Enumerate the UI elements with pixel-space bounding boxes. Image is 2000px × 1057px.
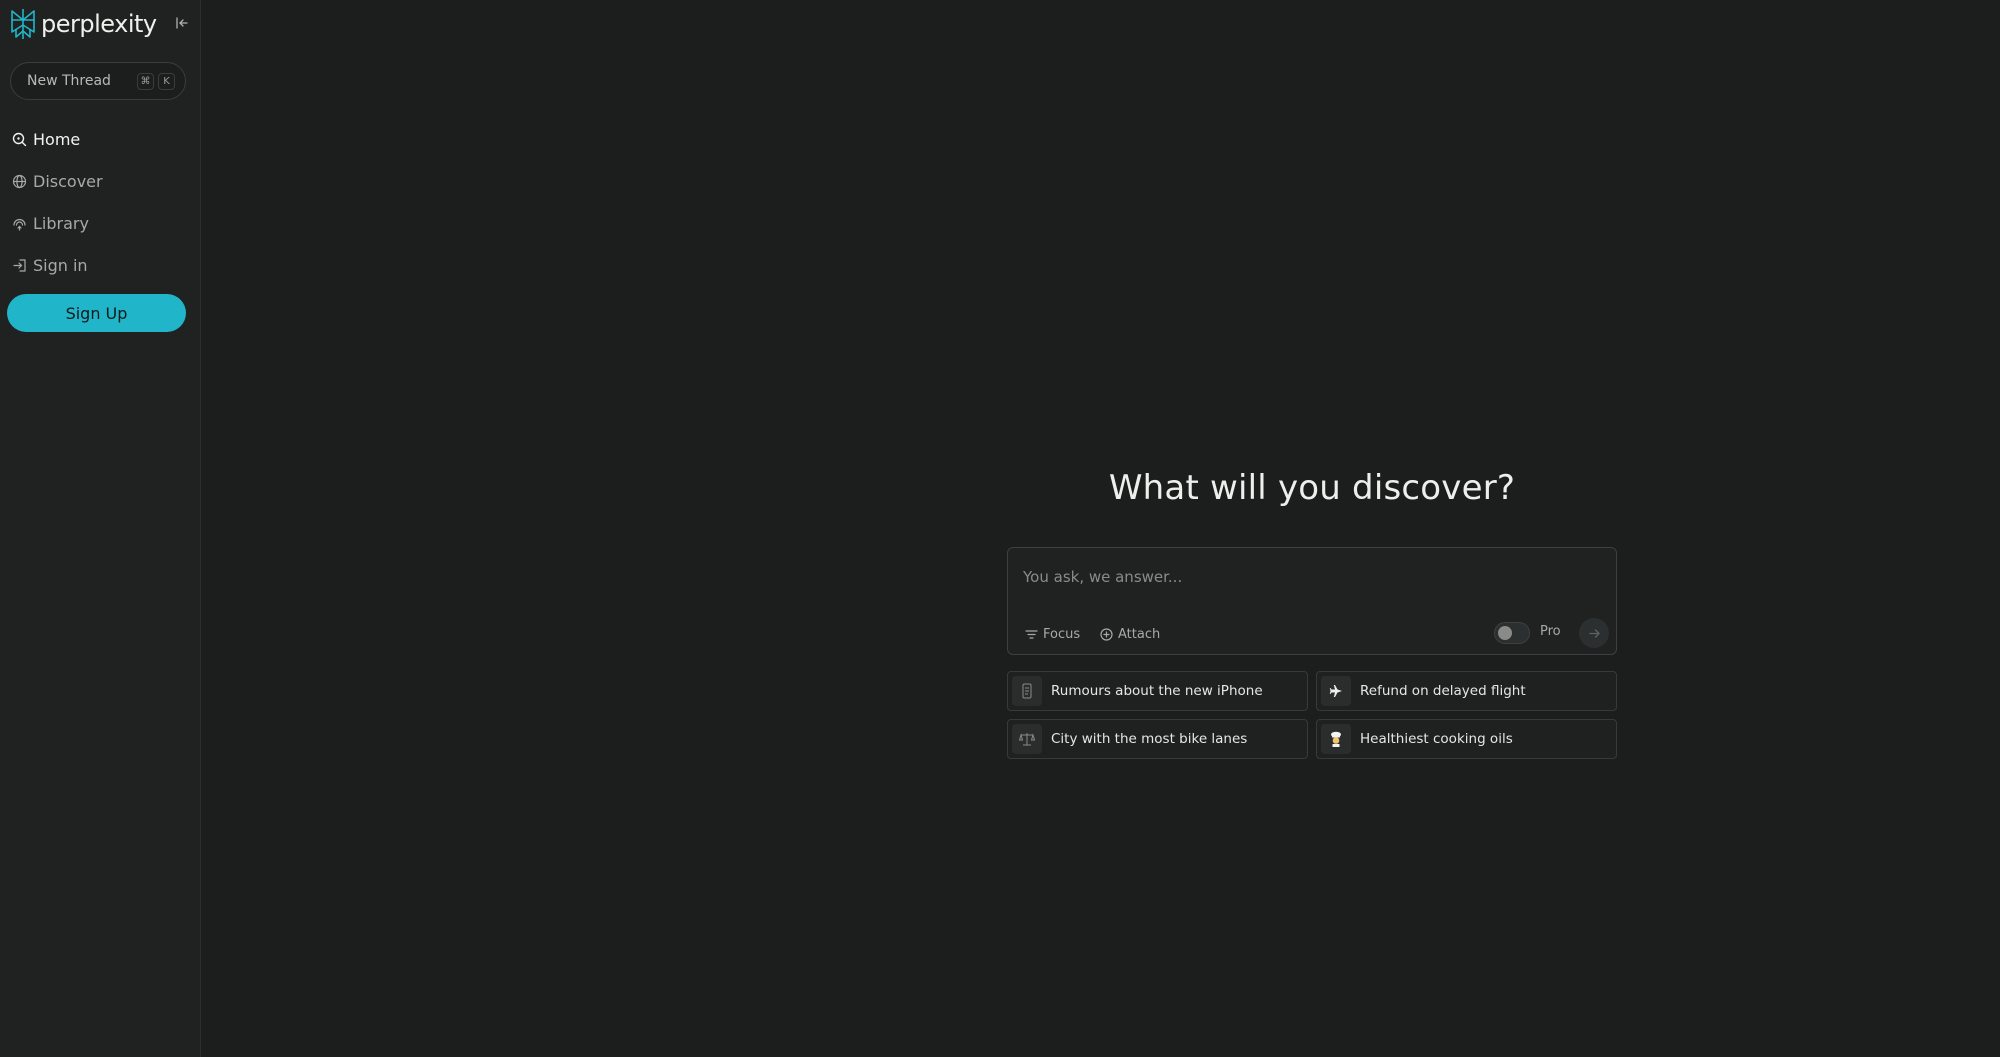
- shortcut-key-cmd: ⌘: [137, 72, 154, 90]
- sidebar-item-label: Discover: [33, 171, 103, 191]
- logo-text: perplexity: [41, 10, 157, 38]
- sign-up-button[interactable]: Sign Up: [7, 294, 186, 332]
- sidebar-item-label: Home: [33, 129, 81, 149]
- sign-in-icon: [12, 258, 27, 273]
- globe-icon: [12, 174, 27, 189]
- scales-icon: [1012, 724, 1042, 754]
- airplane-icon: [1321, 676, 1351, 706]
- submit-button[interactable]: [1579, 618, 1609, 648]
- add-circle-icon: [1100, 627, 1113, 641]
- home-search-icon: [12, 132, 27, 147]
- suggestion-label: Refund on delayed flight: [1360, 683, 1526, 699]
- collapse-sidebar-button[interactable]: [173, 14, 191, 32]
- sidebar-item-library[interactable]: Library: [12, 202, 192, 244]
- sidebar-nav: Home Discover Library Sign in: [12, 118, 192, 286]
- attach-button[interactable]: Attach: [1100, 625, 1160, 643]
- filter-icon: [1025, 629, 1038, 639]
- perplexity-logo-icon: [11, 9, 35, 39]
- new-thread-label: New Thread: [27, 73, 111, 89]
- attach-label: Attach: [1118, 626, 1161, 642]
- suggestion-card[interactable]: City with the most bike lanes: [1007, 719, 1308, 759]
- arrow-right-icon: [1588, 628, 1600, 638]
- ask-box: Focus Attach Pro: [1007, 547, 1617, 655]
- page-title: What will you discover?: [1108, 468, 1516, 508]
- sidebar-item-discover[interactable]: Discover: [12, 160, 192, 202]
- sidebar: perplexity New Thread ⌘ K Home Discover: [0, 0, 201, 1057]
- new-thread-button[interactable]: New Thread ⌘ K: [10, 62, 186, 100]
- suggestion-label: Healthiest cooking oils: [1360, 731, 1513, 747]
- library-icon: [12, 216, 27, 231]
- collapse-sidebar-icon: [176, 17, 188, 29]
- sidebar-item-label: Sign in: [33, 255, 88, 275]
- suggestion-label: City with the most bike lanes: [1051, 731, 1248, 747]
- pro-label: Pro: [1540, 624, 1561, 639]
- suggestion-card[interactable]: Healthiest cooking oils: [1316, 719, 1617, 759]
- suggestion-label: Rumours about the new iPhone: [1051, 683, 1263, 699]
- logo[interactable]: perplexity: [9, 8, 157, 40]
- chef-icon: [1321, 724, 1351, 754]
- pro-toggle[interactable]: [1494, 622, 1530, 644]
- sidebar-item-sign-in[interactable]: Sign in: [12, 244, 192, 286]
- main-content: What will you discover? Focus Attach Pro…: [201, 0, 2000, 1057]
- ask-input[interactable]: [1023, 564, 1583, 590]
- focus-button[interactable]: Focus: [1025, 625, 1080, 643]
- phone-icon: [1012, 676, 1042, 706]
- sidebar-item-label: Library: [33, 213, 89, 233]
- suggestion-card[interactable]: Refund on delayed flight: [1316, 671, 1617, 711]
- focus-label: Focus: [1043, 626, 1081, 642]
- shortcut-key-k: K: [158, 72, 175, 90]
- sidebar-item-home[interactable]: Home: [12, 118, 192, 160]
- suggestion-card[interactable]: Rumours about the new iPhone: [1007, 671, 1308, 711]
- toggle-knob: [1498, 626, 1512, 640]
